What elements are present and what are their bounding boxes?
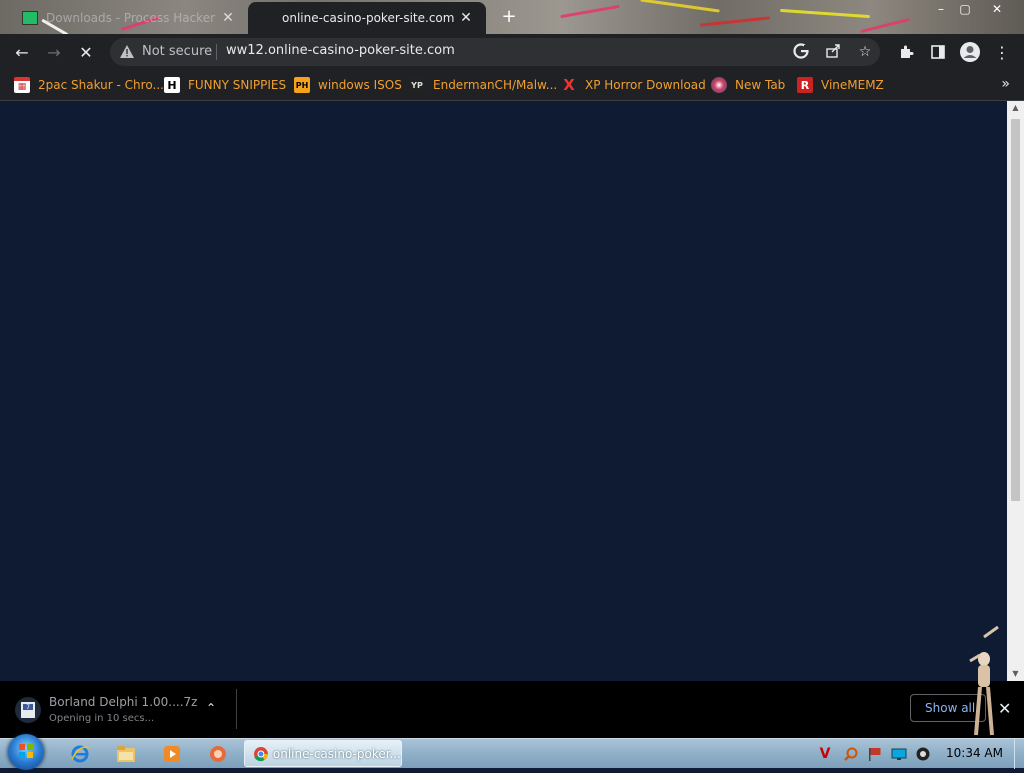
flag-tray-icon[interactable]: [867, 746, 883, 762]
globe-icon: [711, 77, 727, 93]
bookmark-item[interactable]: New Tab: [711, 76, 785, 94]
download-item[interactable]: 7 Borland Delphi 1.00....7z Opening in 1…: [14, 693, 236, 729]
bookmark-label: 2pac Shakur - Chro...: [38, 78, 164, 92]
archive-file-icon: 7: [15, 697, 41, 723]
svg-text:7: 7: [26, 704, 30, 711]
tab-online-casino[interactable]: online-casino-poker-site.com ✕: [248, 2, 486, 34]
forward-button[interactable]: →: [42, 40, 66, 64]
system-clock[interactable]: 10:34 AM: [946, 746, 1003, 760]
start-button[interactable]: [8, 734, 44, 770]
omnibox-separator: [216, 44, 217, 60]
chrome-taskbar-button[interactable]: online-casino-poker...: [244, 740, 402, 767]
google-icon[interactable]: [792, 43, 810, 61]
url-text[interactable]: ww12.online-casino-poker-site.com: [226, 43, 455, 58]
minimize-button[interactable]: –: [930, 2, 952, 16]
volume-tray-icon[interactable]: [915, 746, 931, 762]
app-taskbar-icon[interactable]: [200, 742, 236, 766]
tab-downloads-process-hacker[interactable]: Downloads - Process Hacker ✕: [8, 2, 246, 34]
profile-button[interactable]: [958, 40, 982, 64]
tab-close-icon[interactable]: ✕: [458, 10, 474, 26]
kebab-menu-icon: ⋮: [994, 42, 1010, 62]
bookmark-label: windows ISOS: [318, 78, 402, 92]
download-shelf: 7 Borland Delphi 1.00....7z Opening in 1…: [0, 681, 1024, 738]
bookmark-star-icon[interactable]: ☆: [856, 43, 874, 61]
side-panel-icon: [931, 45, 945, 59]
h-icon: H: [164, 77, 180, 93]
ph-icon: PH: [294, 77, 310, 93]
tab-label: Downloads - Process Hacker: [46, 11, 216, 25]
yp-icon: YP: [409, 77, 425, 93]
forward-arrow-icon: →: [47, 42, 61, 62]
media-player-taskbar-icon[interactable]: [154, 742, 190, 766]
v-tray-icon[interactable]: V: [817, 746, 833, 762]
stop-icon: ✕: [79, 42, 93, 62]
bookmark-item[interactable]: ▦ 2pac Shakur - Chro...: [14, 76, 164, 94]
page-content: [0, 101, 1007, 681]
download-status: Opening in 10 secs...: [49, 713, 155, 724]
chrome-icon: [253, 746, 268, 761]
maximize-button[interactable]: ▢: [954, 2, 976, 16]
bookmark-label: XP Horror Download: [585, 78, 706, 92]
title-bar: Downloads - Process Hacker ✕ online-casi…: [0, 0, 1024, 34]
windows-logo-icon: [19, 744, 33, 758]
extensions-icon: [901, 45, 914, 58]
vertical-scrollbar[interactable]: ▲ ▼: [1007, 101, 1024, 681]
wallpaper-streak: [860, 17, 910, 34]
desktop-dancer-figure: [969, 625, 999, 736]
download-separator: [236, 689, 237, 729]
windows-taskbar: online-casino-poker... V 10:34 AM: [0, 734, 1024, 770]
warning-icon: [120, 45, 134, 61]
monitor-tray-icon[interactable]: [891, 746, 907, 762]
address-bar[interactable]: Not secure ww12.online-casino-poker-site…: [110, 38, 880, 66]
wallpaper-streak: [780, 8, 870, 19]
wallpaper-streak: [560, 4, 620, 19]
profile-icon: [960, 42, 980, 62]
x-icon: X: [563, 76, 575, 94]
bookmark-item[interactable]: R VineMEMZ: [797, 76, 884, 94]
bookmark-item[interactable]: YP EndermanCH/Malw...: [409, 76, 557, 94]
bookmark-item[interactable]: H FUNNY SNIPPIES: [164, 76, 286, 94]
show-desktop-button[interactable]: [1014, 739, 1024, 769]
bookmark-label: VineMEMZ: [821, 78, 884, 92]
search-tray-icon[interactable]: [843, 746, 859, 762]
scroll-up-arrow-icon[interactable]: ▲: [1007, 101, 1024, 115]
bookmark-label: EndermanCH/Malw...: [433, 78, 558, 92]
wallpaper-streak: [700, 16, 770, 27]
wallpaper-streak: [640, 0, 720, 13]
stop-loading-button[interactable]: ✕: [74, 40, 98, 64]
new-tab-button[interactable]: +: [500, 8, 518, 26]
calendar-icon: ▦: [14, 77, 30, 93]
chevron-up-icon[interactable]: ⌃: [206, 701, 216, 715]
bookmarks-overflow-button[interactable]: »: [1001, 76, 1010, 92]
r-icon: R: [797, 77, 813, 93]
internet-explorer-taskbar-icon[interactable]: [62, 742, 98, 766]
bookmark-item[interactable]: X XP Horror Download: [561, 76, 706, 94]
side-panel-button[interactable]: [926, 40, 950, 64]
scroll-down-arrow-icon[interactable]: ▼: [1007, 667, 1024, 681]
explorer-folder-taskbar-icon[interactable]: [108, 742, 144, 766]
share-icon[interactable]: [824, 43, 842, 61]
bookmark-label: New Tab: [735, 78, 786, 92]
download-filename: Borland Delphi 1.00....7z: [49, 695, 198, 709]
back-button[interactable]: ←: [10, 40, 34, 64]
close-window-button[interactable]: ✕: [986, 2, 1008, 16]
back-arrow-icon: ←: [15, 42, 29, 62]
bookmark-item[interactable]: PH windows ISOS: [294, 76, 402, 94]
security-label[interactable]: Not secure: [142, 44, 212, 59]
bookmark-label: FUNNY SNIPPIES: [188, 78, 287, 92]
bookmarks-bar: ▦ 2pac Shakur - Chro... H FUNNY SNIPPIES…: [0, 70, 1024, 101]
scrollbar-thumb[interactable]: [1011, 119, 1020, 501]
tab-label: online-casino-poker-site.com: [282, 11, 455, 25]
extensions-button[interactable]: [894, 40, 918, 64]
tab-close-icon[interactable]: ✕: [220, 10, 236, 26]
browser-toolbar: ← → ✕ Not secure ww12.online-casino-poke…: [0, 34, 1024, 70]
chrome-taskbar-label: online-casino-poker...: [272, 746, 401, 761]
process-hacker-icon: [22, 11, 38, 25]
chrome-menu-button[interactable]: ⋮: [990, 40, 1014, 64]
